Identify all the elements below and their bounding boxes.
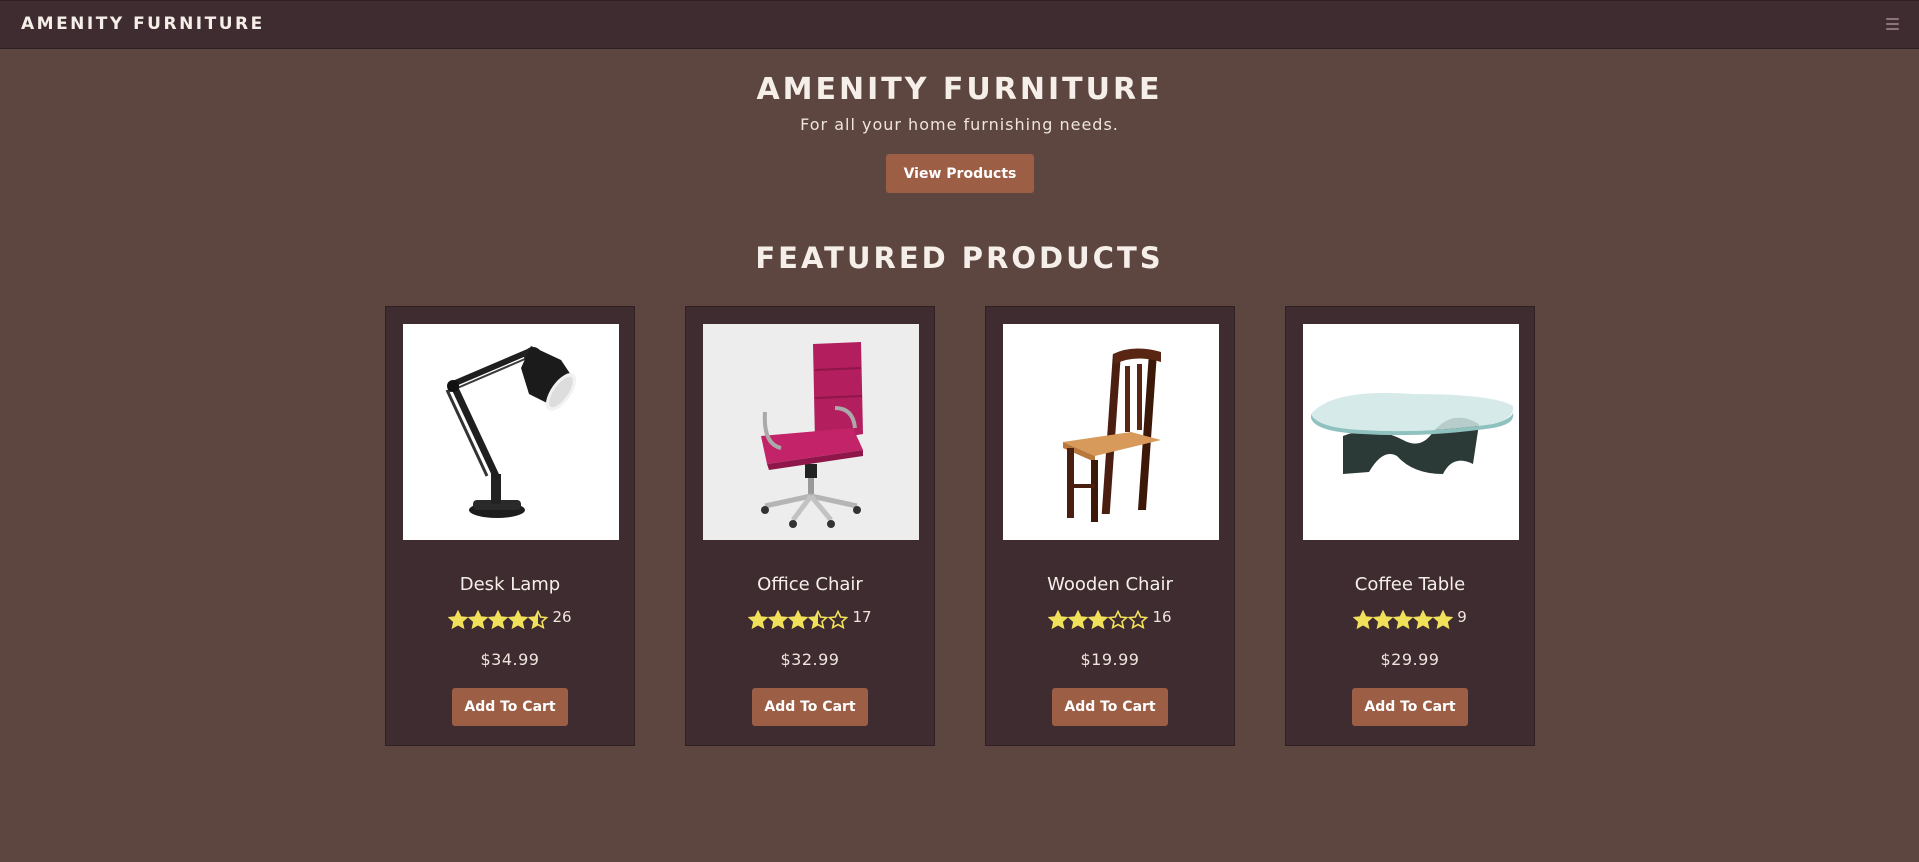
add-to-cart-button[interactable]: Add To Cart (1352, 688, 1468, 726)
hero-subtitle: For all your home furnishing needs. (800, 115, 1119, 134)
star-rating-icon (748, 610, 849, 630)
hero-title: AMENITY FURNITURE (756, 72, 1163, 107)
brand-logo[interactable]: AMENITY FURNITURE (21, 14, 265, 34)
star-outline-icon (1108, 610, 1129, 630)
featured-products-title: FEATURED PRODUCTS (755, 241, 1164, 275)
product-rating: 9 (1286, 608, 1534, 630)
star-rating-icon (448, 610, 549, 630)
product-name[interactable]: Coffee Table (1286, 574, 1534, 595)
star-outline-icon (1128, 610, 1149, 630)
top-navbar: AMENITY FURNITURE (0, 0, 1919, 49)
product-name[interactable]: Desk Lamp (386, 574, 634, 595)
office-chair-image[interactable] (703, 324, 919, 540)
product-price: $34.99 (480, 650, 540, 669)
product-rating: 26 (386, 608, 634, 630)
product-card: Office Chair 17 $32.99 Add To Cart (685, 306, 935, 746)
coffee-table-image[interactable] (1303, 324, 1519, 540)
wooden-chair-image[interactable] (1003, 324, 1219, 540)
review-count: 9 (1457, 608, 1467, 626)
star-rating-icon (1353, 610, 1454, 630)
product-card: Coffee Table 9 $29.99 Add To Cart (1285, 306, 1535, 746)
review-count: 16 (1152, 608, 1172, 626)
star-rating-icon (1048, 610, 1149, 630)
product-rating: 17 (686, 608, 934, 630)
product-card: Wooden Chair 16 $19.99 Add To Cart (985, 306, 1235, 746)
product-rating: 16 (986, 608, 1234, 630)
view-products-button[interactable]: View Products (886, 154, 1034, 193)
review-count: 17 (852, 608, 872, 626)
product-price: $32.99 (780, 650, 840, 669)
product-price: $29.99 (1380, 650, 1440, 669)
hamburger-menu-icon[interactable] (1886, 18, 1899, 30)
product-price: $19.99 (1080, 650, 1140, 669)
star-outline-icon (828, 610, 849, 630)
product-name[interactable]: Wooden Chair (986, 574, 1234, 595)
add-to-cart-button[interactable]: Add To Cart (452, 688, 568, 726)
add-to-cart-button[interactable]: Add To Cart (1052, 688, 1168, 726)
add-to-cart-button[interactable]: Add To Cart (752, 688, 868, 726)
product-name[interactable]: Office Chair (686, 574, 934, 595)
review-count: 26 (552, 608, 572, 626)
desk-lamp-image[interactable] (403, 324, 619, 540)
product-card: Desk Lamp 26 $34.99 Add To Cart (385, 306, 635, 746)
